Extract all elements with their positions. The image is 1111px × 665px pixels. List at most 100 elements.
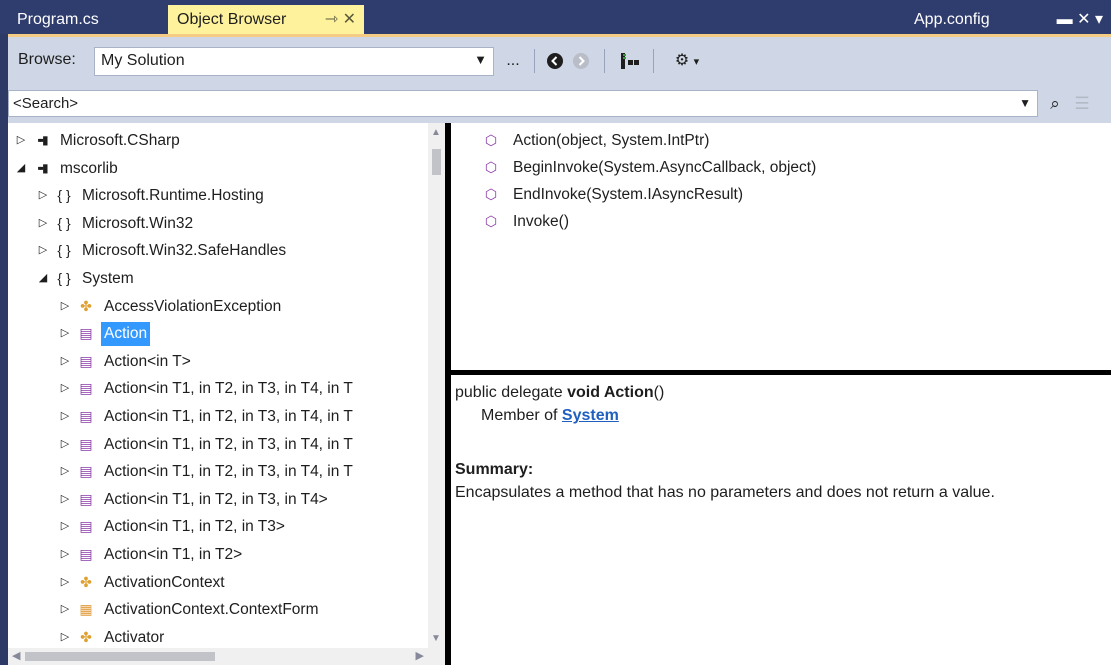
tree-item[interactable]: ▷ { } Microsoft.Runtime.Hosting (8, 182, 426, 209)
tree-item-label: Activator (104, 628, 165, 646)
collapsed-arrow-icon[interactable]: ▷ (58, 375, 72, 402)
tree-item[interactable]: ▷ ▤ Action<in T1, in T2, in T3, in T4, in … (8, 375, 426, 402)
summary-text: Encapsulates a method that has no parame… (455, 484, 995, 501)
collapsed-arrow-icon[interactable]: ▷ (36, 237, 50, 264)
collapsed-arrow-icon[interactable]: ▷ (58, 513, 72, 540)
tab-label: App.config (914, 11, 990, 28)
search-input[interactable]: <Search> ▼ (8, 90, 1038, 117)
collapsed-arrow-icon[interactable]: ▷ (58, 403, 72, 430)
tree-item[interactable]: ▷ ▤ Action<in T1, in T2> (8, 541, 426, 568)
scroll-right-icon[interactable]: ▶ (416, 649, 424, 662)
back-arrow-icon (547, 52, 563, 69)
toolbar-separator (604, 49, 605, 73)
forward-button[interactable] (570, 48, 592, 74)
back-button[interactable] (544, 48, 566, 74)
tree-vertical-scrollbar[interactable]: ▲ ▼ (428, 123, 445, 648)
tree-item[interactable]: ▷ ▤ Action<in T> (8, 348, 426, 375)
collapsed-arrow-icon[interactable]: ▷ (36, 182, 50, 209)
tree-item-label: Action<in T1, in T2, in T3, in T4, in T (104, 435, 353, 453)
collapsed-arrow-icon[interactable]: ▷ (58, 569, 72, 596)
tree-item[interactable]: ▷ ▦ ActivationContext.ContextForm (8, 596, 426, 623)
scroll-thumb[interactable] (25, 652, 215, 661)
tree-item-label: ActivationContext.ContextForm (104, 601, 319, 619)
browse-scope-dropdown[interactable]: My Solution ▼ (94, 47, 494, 76)
tree-item[interactable]: ◢ ▪▪▮ mscorlib (8, 155, 426, 182)
collapsed-arrow-icon[interactable]: ▷ (58, 431, 72, 458)
tree-item-label: Action<in T1, in T2, in T3> (104, 518, 285, 536)
pin-close-icon[interactable]: ⇾ ✕ (325, 5, 356, 34)
member-item-label: BeginInvoke(System.AsyncCallback, object… (513, 159, 817, 176)
search-button[interactable]: ⌕ (1043, 92, 1067, 116)
tab-object-browser[interactable]: Object Browser ⇾ ✕ (168, 5, 364, 34)
collapsed-arrow-icon[interactable]: ▷ (58, 596, 72, 623)
member-item[interactable]: ⬡ Invoke() (451, 208, 1091, 235)
tree-item-label: Action<in T1, in T2, in T3, in T4, in T (104, 408, 353, 425)
edit-custom-component-set-button[interactable]: ... (500, 48, 526, 74)
members-pane[interactable]: ⬡ Action(object, System.IntPtr) ⬡ BeginInvo… (451, 123, 1111, 370)
collapsed-arrow-icon[interactable]: ▷ (58, 348, 72, 375)
scroll-left-icon[interactable]: ◀ (12, 649, 20, 662)
tree-item[interactable]: ▷ { } Microsoft.Win32 (8, 210, 426, 237)
collapsed-arrow-icon[interactable]: ▷ (58, 293, 72, 320)
forward-arrow-icon (573, 52, 589, 69)
tree-item[interactable]: ▷ { } Microsoft.Win32.SafeHandles (8, 237, 426, 264)
clear-search-icon: ☰ (1074, 94, 1090, 113)
tree-item[interactable]: ▷ ▤ Action (8, 320, 426, 347)
member-item[interactable]: ⬡ BeginInvoke(System.AsyncCallback, objec… (451, 154, 1091, 181)
expanded-arrow-icon[interactable]: ◢ (36, 265, 50, 292)
scroll-down-icon[interactable]: ▼ (431, 633, 441, 644)
delegate-icon: ▤ (79, 325, 93, 342)
chevron-down-icon[interactable]: ▼ (474, 52, 487, 67)
pin-close-dropdown-icon[interactable]: ▬ ✕ ▾ (1057, 5, 1103, 34)
assembly-icon: ▪▪▮ (37, 160, 48, 175)
member-item[interactable]: ⬡ EndInvoke(System.IAsyncResult) (451, 181, 1091, 208)
chevron-down-icon[interactable]: ▼ (1019, 96, 1031, 110)
tree-item[interactable]: ◢ { } System (8, 265, 426, 292)
gear-icon: ⚙ (674, 52, 690, 69)
tree-item-label: System (82, 270, 134, 287)
collapsed-arrow-icon[interactable]: ▷ (14, 127, 28, 154)
tree-item-label: Action<in T1, in T2> (104, 546, 243, 563)
clear-search-button[interactable]: ☰ (1070, 92, 1094, 116)
member-item-label: EndInvoke(System.IAsyncResult) (513, 186, 744, 203)
settings-dropdown-button[interactable]: ⚙ ▾ (665, 48, 709, 74)
member-item-label: Invoke() (513, 213, 569, 230)
collapsed-arrow-icon[interactable]: ▷ (58, 320, 72, 347)
member-item[interactable]: ⬡ Action(object, System.IntPtr) (451, 127, 1091, 154)
tree-item[interactable]: ▷ ▤ Action<in T1, in T2, in T3, in T4> (8, 486, 426, 513)
toolbar: Browse: My Solution ▼ ... ⚙ ▾ (8, 37, 1111, 85)
tree-item-label: mscorlib (60, 159, 118, 177)
delegate-icon: ▤ (79, 408, 93, 424)
tree-item[interactable]: ▷ ▤ Action<in T1, in T2, in T3, in T4, in … (8, 458, 426, 485)
namespace-link[interactable]: System (562, 407, 619, 424)
tree-horizontal-scrollbar[interactable]: ◀ ▶ (8, 648, 428, 665)
tab-label: Object Browser (177, 11, 287, 28)
class-icon: ✤ (80, 297, 92, 314)
collapsed-arrow-icon[interactable]: ▷ (58, 486, 72, 513)
tree-item[interactable]: ▷ ✤ ActivationContext (8, 569, 426, 596)
browse-label: Browse: (18, 51, 76, 68)
tree-item[interactable]: ▷ ▤ Action<in T1, in T2, in T3> (8, 513, 426, 540)
collapsed-arrow-icon[interactable]: ▷ (36, 210, 50, 237)
add-to-references-button[interactable] (616, 48, 644, 74)
tree-item[interactable]: ▷ ▤ Action<in T1, in T2, in T3, in T4, in … (8, 403, 426, 430)
method-icon: ⬡ (484, 132, 498, 148)
tab-app-config[interactable]: App.config ▬ ✕ ▾ (905, 5, 1111, 34)
objects-tree-pane[interactable]: ▷ ✤ Activator ▷ ▦ ActivationContext.ContextFo… (8, 123, 445, 665)
tree-item[interactable]: ▷ ▤ Action<in T1, in T2, in T3, in T4, in … (8, 431, 426, 458)
scroll-up-icon[interactable]: ▲ (431, 127, 441, 138)
chevron-down-icon: ▾ (693, 56, 700, 68)
collapsed-arrow-icon[interactable]: ▷ (58, 541, 72, 568)
collapsed-arrow-icon[interactable]: ▷ (58, 624, 72, 651)
tree-item[interactable]: ▷ ▪▪▮ Microsoft.CSharp (8, 127, 426, 154)
namespace-icon: { } (57, 214, 71, 231)
tree-item[interactable]: ▷ ✤ AccessViolationException (8, 293, 426, 320)
expanded-arrow-icon[interactable]: ◢ (14, 155, 28, 182)
scroll-thumb[interactable] (432, 149, 441, 175)
tree-item-label: Microsoft.CSharp (60, 132, 180, 149)
class-icon: ✤ (80, 573, 92, 590)
tab-program-cs[interactable]: Program.cs (8, 5, 168, 34)
method-icon: ⬡ (484, 186, 498, 202)
collapsed-arrow-icon[interactable]: ▷ (58, 458, 72, 485)
tree-item[interactable]: ▷ ✤ Activator (8, 624, 426, 651)
